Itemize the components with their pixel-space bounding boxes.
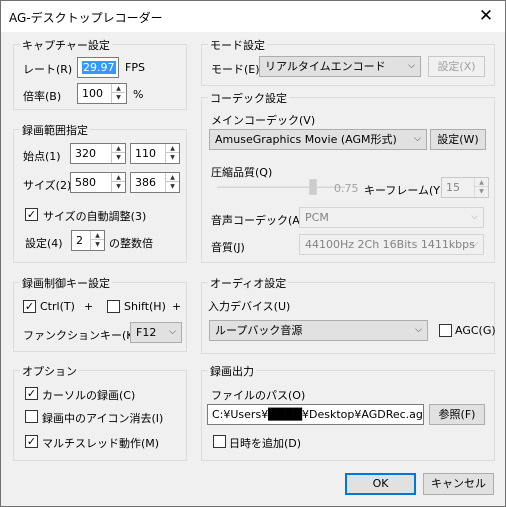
agc-label: AGC(G) — [455, 324, 496, 337]
chevron-down-icon: ⌵ — [169, 327, 176, 337]
spin-up-icon[interactable]: ▲ — [112, 84, 125, 93]
spin-up-icon[interactable]: ▲ — [112, 173, 125, 182]
add-datetime-checkbox[interactable] — [213, 435, 226, 448]
agc-checkbox[interactable] — [439, 324, 452, 337]
plus-sign: + — [172, 300, 182, 313]
function-key-label: ファンクションキー(K) — [23, 329, 138, 342]
audio-quality-label: 音質(J) — [211, 241, 245, 254]
start-x-spinner[interactable]: ▲ ▼ — [111, 144, 125, 163]
close-icon[interactable]: ✕ — [467, 1, 505, 32]
recording-area-legend: 録画範囲指定 — [20, 122, 90, 138]
hotkey-legend: 録画制御キー設定 — [20, 275, 112, 291]
start-point-label: 始点(1) — [23, 150, 61, 163]
file-path-input[interactable]: C:¥Users¥████¥Desktop¥AGDRec.agm — [207, 404, 424, 425]
chevron-down-icon: ⌵ — [408, 61, 415, 71]
quality-slider-thumb[interactable] — [309, 179, 317, 195]
main-codec-label: メインコーデック(V) — [211, 114, 316, 127]
spin-down-icon[interactable]: ▼ — [475, 187, 488, 196]
main-codec-settings-button[interactable]: 設定(W) — [430, 129, 486, 150]
audio-quality-select[interactable]: 44100Hz 2Ch 16Bits 1411kbps ⌵ — [299, 234, 484, 255]
hide-icon-label: 録画中のアイコン消去(I) — [42, 412, 164, 425]
ctrl-checkbox[interactable]: ✓ — [23, 300, 36, 313]
capture-settings-legend: キャプチャー設定 — [20, 37, 112, 53]
quality-slider-track — [217, 186, 345, 188]
size-width-spinner[interactable]: ▲ ▼ — [111, 173, 125, 192]
multithread-checkbox[interactable]: ✓ — [25, 435, 38, 448]
scale-spinner[interactable]: ▲ ▼ — [111, 84, 125, 103]
add-datetime-label: 日時を追加(D) — [229, 437, 302, 450]
spin-down-icon[interactable]: ▼ — [166, 182, 179, 191]
scale-label: 倍率(B) — [23, 90, 62, 103]
size-height-spinner[interactable]: ▲ ▼ — [165, 173, 179, 192]
checkmark-icon: ✓ — [26, 435, 37, 448]
audio-codec-select[interactable]: PCM ⌵ — [299, 207, 484, 228]
spin-down-icon[interactable]: ▼ — [112, 93, 125, 102]
window-title: AG-デスクトップレコーダー — [9, 11, 163, 25]
multiple-spinner[interactable]: ▲ ▼ — [90, 231, 104, 250]
spin-up-icon[interactable]: ▲ — [475, 178, 488, 187]
spin-down-icon[interactable]: ▼ — [112, 182, 125, 191]
shift-label: Shift(H) — [124, 300, 166, 313]
spin-down-icon[interactable]: ▼ — [166, 153, 179, 162]
audio-codec-label: 音声コーデック(A) — [211, 214, 305, 227]
multiple-setting-label: 設定(4) — [25, 237, 63, 250]
shift-checkbox[interactable] — [107, 300, 120, 313]
checkmark-icon: ✓ — [26, 387, 37, 400]
plus-sign: + — [84, 300, 94, 313]
output-legend: 録画出力 — [208, 363, 256, 379]
rate-unit: FPS — [125, 61, 145, 74]
start-y-spinner[interactable]: ▲ ▼ — [165, 144, 179, 163]
multithread-label: マルチスレッド動作(M) — [42, 437, 160, 450]
input-device-select[interactable]: ループバック音源 ⌵ — [209, 320, 428, 341]
audio-group: オーディオ設定 — [201, 275, 495, 354]
chevron-down-icon: ⌵ — [471, 212, 478, 222]
spin-up-icon[interactable]: ▲ — [112, 144, 125, 153]
title-bar: AG-デスクトップレコーダー ✕ — [1, 1, 505, 32]
audio-legend: オーディオ設定 — [208, 275, 289, 291]
spin-down-icon[interactable]: ▼ — [91, 240, 104, 249]
cursor-record-label: カーソルの録画(C) — [42, 389, 136, 402]
file-path-label: ファイルのパス(O) — [211, 389, 306, 402]
size-label: サイズ(2) — [23, 179, 72, 192]
main-codec-select[interactable]: AmuseGraphics Movie (AGM形式) ⌵ — [209, 129, 427, 150]
mode-settings-button[interactable]: 設定(X) — [428, 56, 485, 77]
spin-up-icon[interactable]: ▲ — [91, 231, 104, 240]
rate-input[interactable]: 29.97 — [77, 57, 119, 78]
spin-down-icon[interactable]: ▼ — [112, 153, 125, 162]
auto-adjust-checkbox[interactable]: ✓ — [25, 208, 38, 221]
rate-label: レート(R) — [23, 63, 73, 76]
dialog-window: AG-デスクトップレコーダー ✕ キャプチャー設定 レート(R) 29.97 F… — [0, 0, 506, 507]
quality-value: 0.75 — [334, 182, 359, 195]
scale-unit: % — [133, 88, 144, 101]
auto-adjust-label: サイズの自動調整(3) — [43, 210, 147, 223]
codec-legend: コーデック設定 — [208, 90, 289, 106]
options-legend: オプション — [20, 363, 79, 379]
quality-label: 圧縮品質(Q) — [211, 166, 273, 179]
browse-button[interactable]: 参照(F) — [429, 404, 485, 425]
cursor-record-checkbox[interactable]: ✓ — [25, 387, 38, 400]
spin-up-icon[interactable]: ▲ — [166, 173, 179, 182]
ctrl-label: Ctrl(T) — [40, 300, 75, 313]
chevron-down-icon: ⌵ — [414, 134, 421, 144]
function-key-select[interactable]: F12 ⌵ — [130, 322, 182, 343]
cancel-button[interactable]: キャンセル — [423, 473, 494, 495]
input-device-label: 入力デバイス(U) — [208, 300, 291, 313]
mode-label: モード(E) — [211, 63, 260, 76]
multiple-suffix: の整数倍 — [109, 237, 153, 250]
hide-icon-checkbox[interactable] — [25, 410, 38, 423]
keyframe-label: キーフレーム(Y) — [364, 184, 445, 197]
mode-select[interactable]: リアルタイムエンコード ⌵ — [259, 56, 421, 77]
checkmark-icon: ✓ — [24, 300, 35, 313]
chevron-down-icon: ⌵ — [471, 239, 478, 249]
chevron-down-icon: ⌵ — [415, 325, 422, 335]
keyframe-spinner[interactable]: ▲ ▼ — [474, 178, 488, 197]
spin-up-icon[interactable]: ▲ — [166, 144, 179, 153]
ok-button[interactable]: OK — [345, 473, 416, 495]
mode-legend: モード設定 — [208, 37, 267, 53]
checkmark-icon: ✓ — [26, 208, 37, 221]
